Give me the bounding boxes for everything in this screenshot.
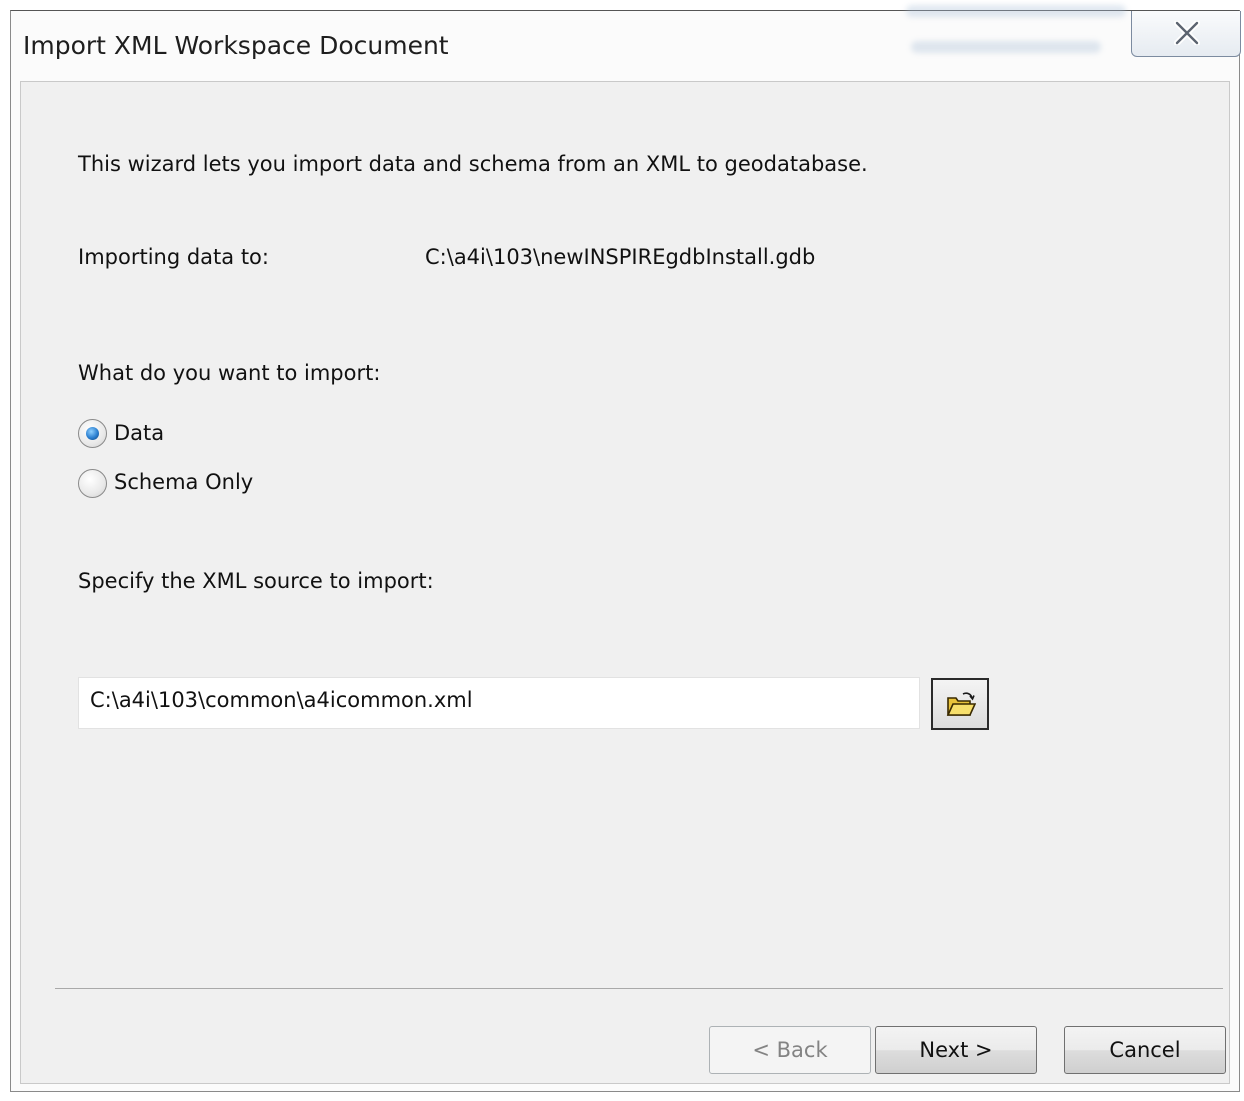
- radio-data[interactable]: [78, 419, 107, 448]
- browse-button[interactable]: [931, 678, 989, 730]
- cancel-button[interactable]: Cancel: [1064, 1026, 1226, 1074]
- radio-schema-only-label[interactable]: Schema Only: [114, 470, 253, 494]
- import-question: What do you want to import:: [78, 361, 381, 385]
- close-icon: [1174, 21, 1200, 45]
- background-blur: [911, 41, 1101, 53]
- import-xml-dialog: Import XML Workspace Document This wizar…: [10, 5, 1241, 1092]
- next-button[interactable]: Next >: [875, 1026, 1037, 1074]
- radio-data-label[interactable]: Data: [114, 421, 164, 445]
- background-blur: [906, 5, 1126, 17]
- xml-source-input[interactable]: C:\a4i\103\common\a4icommon.xml: [78, 677, 920, 729]
- intro-text: This wizard lets you import data and sch…: [78, 152, 868, 176]
- radio-schema-only[interactable]: [78, 469, 107, 498]
- source-label: Specify the XML source to import:: [78, 569, 434, 593]
- window-title: Import XML Workspace Document: [23, 31, 449, 60]
- back-button[interactable]: < Back: [709, 1026, 871, 1074]
- close-button[interactable]: [1131, 11, 1241, 57]
- target-path: C:\a4i\103\newINSPIREgdbInstall.gdb: [425, 245, 816, 269]
- footer-divider: [55, 988, 1223, 989]
- open-folder-icon: [946, 692, 976, 716]
- target-label: Importing data to:: [78, 245, 269, 269]
- wizard-panel: This wizard lets you import data and sch…: [20, 81, 1230, 1084]
